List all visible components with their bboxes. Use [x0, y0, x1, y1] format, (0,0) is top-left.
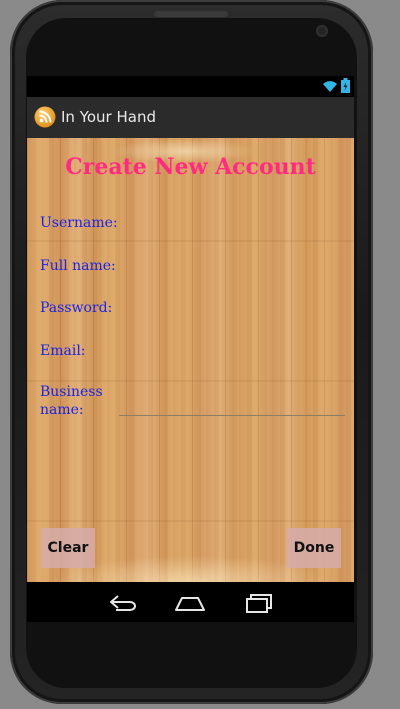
action-bar: In Your Hand [27, 97, 354, 139]
password-label: Password: [40, 300, 113, 316]
app-title: In Your Hand [61, 108, 156, 126]
status-bar [27, 76, 354, 97]
front-camera [316, 25, 328, 37]
wifi-icon [323, 81, 337, 92]
username-label: Username: [40, 215, 118, 231]
username-input[interactable] [119, 210, 345, 236]
earpiece-speaker [154, 11, 228, 17]
home-icon[interactable] [173, 592, 207, 614]
business-name-input[interactable] [119, 389, 345, 416]
email-label: Email: [40, 343, 86, 359]
full-name-input[interactable] [119, 253, 345, 279]
done-button[interactable]: Done [287, 528, 341, 568]
create-account-form: Create New Account Username: Full name: … [27, 138, 354, 582]
email-input[interactable] [119, 338, 345, 364]
password-input[interactable] [119, 295, 345, 321]
back-icon[interactable] [106, 592, 140, 614]
recents-icon[interactable] [242, 592, 276, 614]
device-screen: In Your Hand Create New Account Username… [27, 76, 354, 622]
rss-icon[interactable] [34, 106, 56, 128]
navigation-bar [27, 582, 354, 622]
full-name-label: Full name: [40, 258, 116, 274]
form-title: Create New Account [65, 154, 316, 180]
battery-icon [341, 78, 350, 93]
clear-button[interactable]: Clear [41, 528, 95, 568]
business-name-label: Business name: [40, 384, 103, 418]
